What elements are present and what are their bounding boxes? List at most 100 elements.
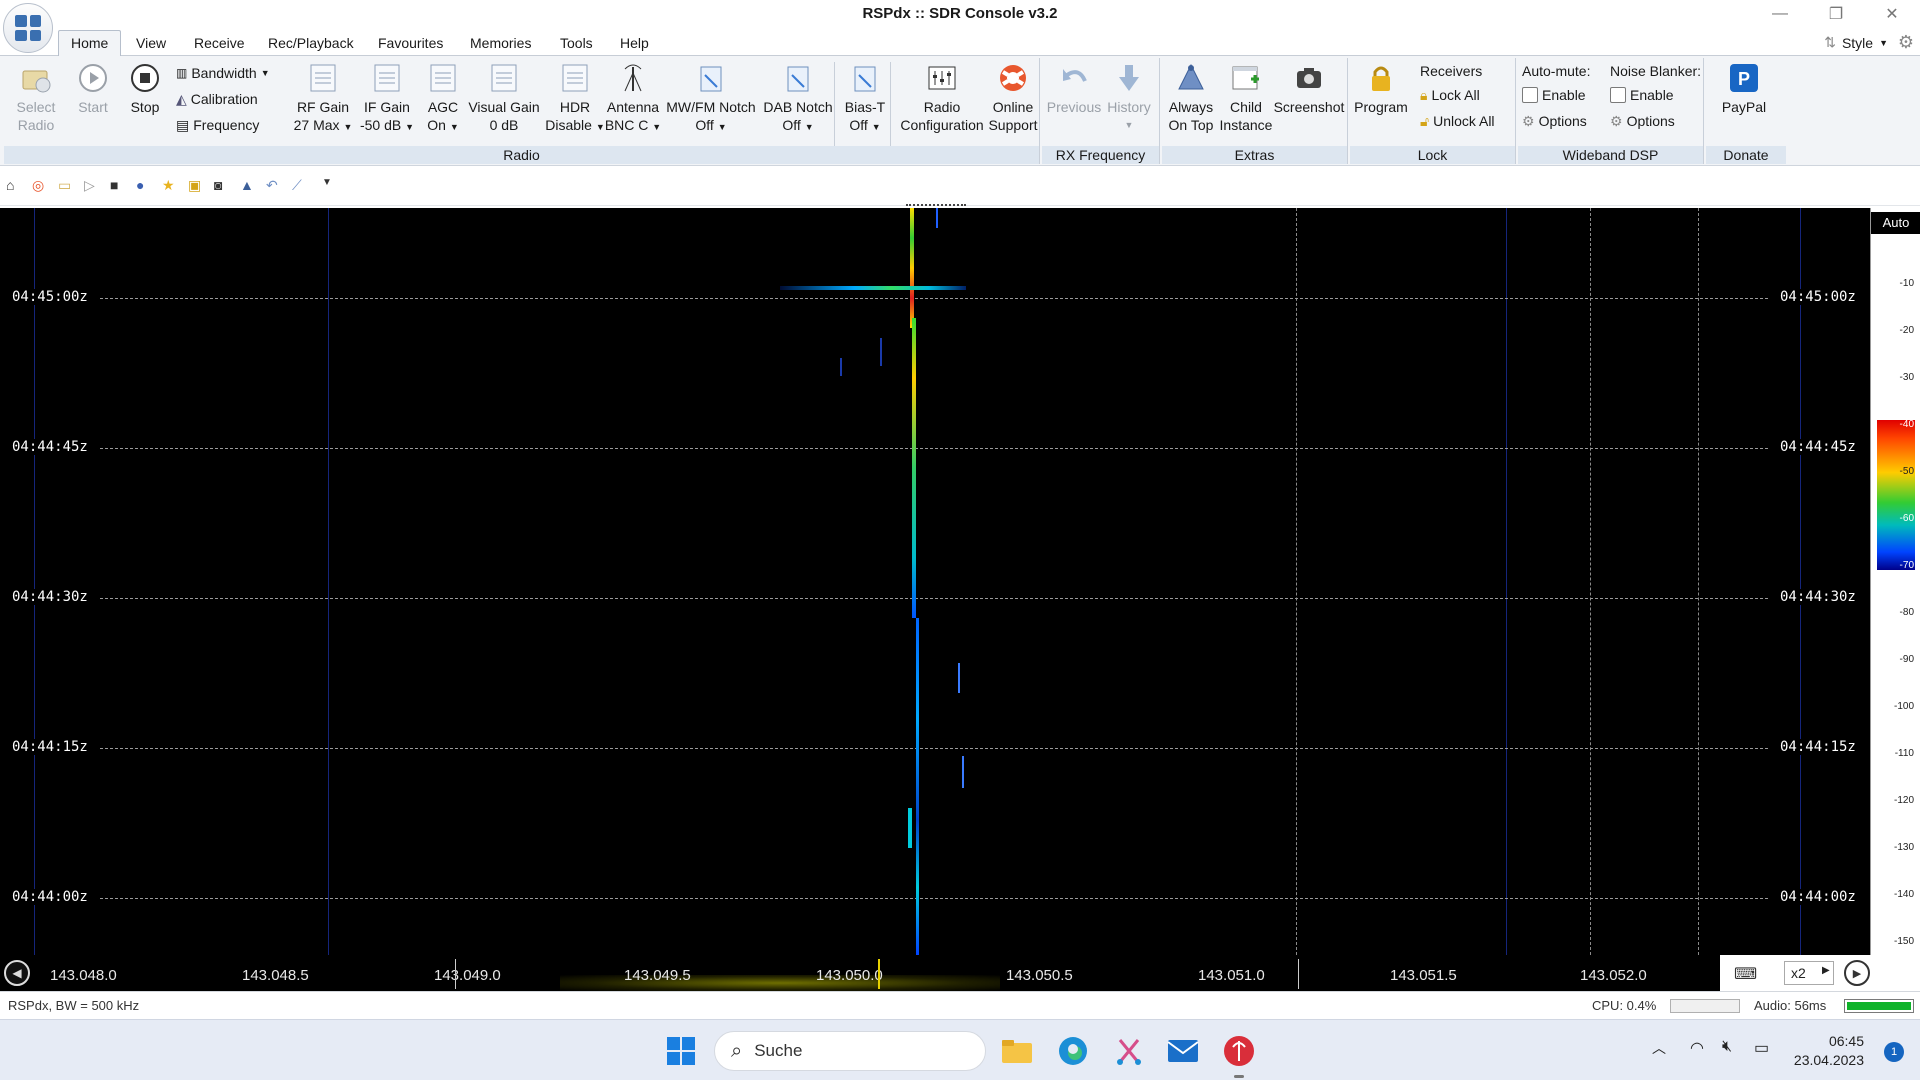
chart-icon[interactable]: ⟋ [292, 177, 310, 195]
tab-help[interactable]: Help [612, 33, 657, 56]
stop-button[interactable]: Stop [122, 62, 168, 116]
file-explorer-icon[interactable] [1000, 1034, 1034, 1068]
home-icon[interactable]: ⌂ [6, 177, 24, 195]
antenna-value: BNC C [604, 117, 649, 133]
frequency-icon: ▤ [176, 116, 190, 133]
folder-icon[interactable]: ▭ [58, 177, 76, 195]
tab-receive[interactable]: Receive [186, 33, 253, 56]
camera-icon[interactable]: ◙ [214, 177, 232, 195]
taskbar-search[interactable]: ⌕ Suche [714, 1031, 986, 1071]
history-dropdown[interactable]: History ▼ [1104, 62, 1154, 134]
status-bar: RSPdx, BW = 500 kHz CPU: 0.4% Audio: 56m… [0, 991, 1920, 1019]
mail-icon[interactable] [1166, 1034, 1200, 1068]
antenna-dropdown[interactable]: Antenna BNC C ▼ [602, 62, 664, 136]
passband-edge [1298, 959, 1299, 989]
tab-tools[interactable]: Tools [552, 33, 601, 56]
color-palette-bar[interactable] [1877, 420, 1915, 570]
freq-label: 143.052.0 [1580, 967, 1647, 984]
signal-trace [958, 663, 960, 693]
mwfm-notch-dropdown[interactable]: MW/FM Notch Off ▼ [664, 62, 758, 136]
always-on-top-button[interactable]: Always On Top [1166, 62, 1216, 134]
select-radio-button[interactable]: Select Radio [10, 62, 62, 134]
scroll-right-button[interactable]: ▶ [1844, 960, 1870, 986]
time-label-left: 04:45:00z [8, 289, 92, 305]
auto-mute-options-button[interactable]: ⚙ Options [1522, 110, 1587, 132]
tab-rec-playback[interactable]: Rec/Playback [260, 33, 362, 56]
previous-button[interactable]: Previous [1046, 62, 1102, 116]
radio-configuration-button[interactable]: Radio Configuration [894, 62, 990, 134]
auto-mute-enable-checkbox[interactable]: Enable [1522, 84, 1586, 106]
program-lock-button[interactable]: Program [1354, 62, 1408, 116]
freq-label: 143.050.0 [816, 967, 883, 984]
screenshot-button[interactable]: Screenshot [1272, 62, 1346, 116]
tab-memories[interactable]: Memories [462, 33, 539, 56]
padlock-icon[interactable]: ▣ [188, 177, 206, 195]
settings-gear-icon[interactable]: ⚙ [1898, 32, 1914, 53]
maximize-button[interactable]: ❐ [1808, 0, 1864, 28]
undo-icon[interactable]: ↶ [266, 177, 284, 195]
dab-notch-dropdown[interactable]: DAB Notch Off ▼ [758, 62, 838, 136]
minimize-button[interactable]: — [1752, 0, 1808, 28]
play-icon[interactable]: ▷ [84, 177, 102, 195]
frequency-button[interactable]: ▤ Frequency [176, 114, 259, 136]
db-tick: -20 [1899, 325, 1914, 336]
lifebuoy-icon[interactable]: ◎ [32, 177, 50, 195]
signal-trace [912, 318, 916, 618]
circle-arrow-icon[interactable]: ● [136, 177, 154, 195]
tab-view[interactable]: View [128, 33, 174, 56]
calibration-button[interactable]: ◭ Calibration [176, 88, 258, 110]
close-button[interactable]: ✕ [1864, 0, 1920, 28]
system-clock[interactable]: 06:45 23.04.2023 [1794, 1032, 1864, 1070]
sdr-console-taskbar-icon[interactable] [1222, 1034, 1256, 1068]
time-label-left: 04:44:15z [8, 739, 92, 755]
chevron-up-icon[interactable]: ︿ [1652, 1038, 1666, 1058]
customize-toolbar-icon[interactable]: ▼ [322, 177, 340, 195]
tuning-marker[interactable] [878, 959, 880, 989]
hdr-icon [559, 62, 591, 94]
time-label-right: 04:45:00z [1776, 289, 1860, 305]
speaker-muted-icon[interactable]: 🔇︎ [1722, 1038, 1732, 1056]
battery-icon[interactable]: ▭ [1754, 1038, 1769, 1058]
frequency-label: Frequency [193, 117, 260, 133]
rf-gain-icon [307, 62, 339, 94]
frequency-axis[interactable]: ◀ 143.048.0 143.048.5 143.049.0 143.049.… [0, 955, 1920, 991]
hdr-dropdown[interactable]: HDR Disable ▼ [544, 62, 606, 136]
child-instance-button[interactable]: Child Instance [1218, 62, 1274, 134]
noise-blanker-options-button[interactable]: ⚙ Options [1610, 110, 1675, 132]
noise-blanker-enable-checkbox[interactable]: Enable [1610, 84, 1674, 106]
bandwidth-button[interactable]: ▥ Bandwidth ▼ [176, 62, 270, 84]
online-support-label-2: Support [988, 117, 1038, 133]
notification-badge[interactable]: 1 [1884, 1042, 1904, 1062]
tab-home[interactable]: Home [58, 30, 122, 57]
pyramid-icon[interactable]: ▲ [240, 177, 258, 195]
if-gain-label: IF Gain [364, 99, 410, 115]
online-support-button[interactable]: Online Support [986, 62, 1040, 134]
tab-favourites[interactable]: Favourites [370, 33, 451, 56]
rf-gain-dropdown[interactable]: RF Gain 27 Max ▼ [292, 62, 354, 136]
db-tick: -140 [1893, 889, 1914, 900]
db-scale[interactable]: Auto -10 -20 -30 -40 -50 -60 -70 -80 -90… [1870, 208, 1920, 955]
unlock-all-button[interactable]: 🔓︎ Unlock All [1420, 110, 1495, 132]
lock-all-button[interactable]: 🔒︎ Lock All [1420, 84, 1480, 106]
db-auto-button[interactable]: Auto [1871, 212, 1920, 234]
snipping-tool-icon[interactable] [1112, 1034, 1146, 1068]
visual-gain-icon [488, 62, 520, 94]
spur-line [34, 208, 35, 955]
start-button[interactable]: Start [70, 62, 116, 116]
paypal-button[interactable]: P PayPal [1714, 62, 1774, 116]
scroll-left-button[interactable]: ◀ [4, 960, 30, 986]
agc-dropdown[interactable]: AGC On ▼ [420, 62, 466, 136]
keyboard-icon[interactable]: ⌨ [1734, 964, 1757, 984]
if-gain-dropdown[interactable]: IF Gain -50 dB ▼ [356, 62, 418, 136]
waterfall-display[interactable]: 04:45:00z 04:44:45z 04:44:30z 04:44:15z … [0, 208, 1870, 955]
app-menu-button[interactable] [3, 3, 53, 53]
visual-gain-dropdown[interactable]: Visual Gain 0 dB [466, 62, 542, 134]
stop-icon[interactable]: ■ [110, 177, 128, 195]
wifi-icon[interactable]: ◠ [1690, 1038, 1704, 1058]
windows-start-button[interactable] [664, 1034, 698, 1068]
style-menu[interactable]: ⇅ Style ▼ [1824, 34, 1888, 51]
splitter-handle[interactable] [906, 204, 966, 206]
edge-browser-icon[interactable] [1056, 1034, 1090, 1068]
bias-t-dropdown[interactable]: Bias-T Off ▼ [840, 62, 890, 136]
star-icon[interactable]: ★ [162, 177, 180, 195]
